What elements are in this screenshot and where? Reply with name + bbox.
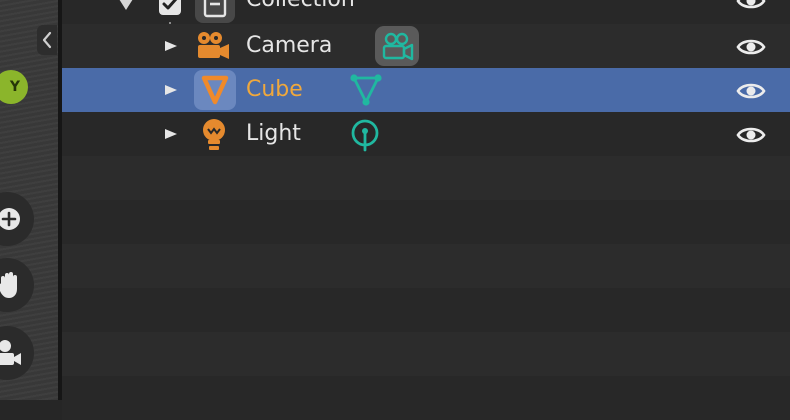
camera-object-icon bbox=[198, 32, 229, 59]
gizmo-y-label: Y bbox=[9, 79, 21, 95]
collapse-arrow-icon[interactable] bbox=[37, 25, 57, 55]
eye-icon[interactable] bbox=[736, 36, 766, 58]
pan-hand-icon bbox=[0, 272, 17, 298]
light-object-icon bbox=[203, 119, 225, 150]
eye-icon[interactable] bbox=[736, 0, 766, 12]
zoom-icon bbox=[0, 208, 20, 230]
empty-row bbox=[62, 288, 790, 332]
light-data-icon[interactable] bbox=[349, 118, 381, 152]
pan-button[interactable] bbox=[0, 258, 34, 312]
collection-checkbox[interactable] bbox=[158, 0, 182, 16]
eye-icon[interactable] bbox=[736, 124, 766, 146]
gizmo-y-axis[interactable]: Y bbox=[0, 70, 28, 104]
outliner-item-label: Collection bbox=[246, 0, 355, 22]
empty-row bbox=[62, 332, 790, 376]
expand-arrow-icon[interactable] bbox=[164, 40, 178, 52]
outliner-row-camera[interactable]: Camera bbox=[62, 24, 790, 68]
mesh-data-icon[interactable] bbox=[348, 73, 384, 107]
outliner-row-light[interactable]: Light bbox=[62, 112, 790, 156]
zoom-button[interactable] bbox=[0, 192, 34, 246]
outliner-item-label: Light bbox=[246, 121, 301, 146]
empty-row bbox=[62, 244, 790, 288]
expand-arrow-icon[interactable] bbox=[164, 128, 178, 140]
outliner-item-label: Cube bbox=[246, 77, 303, 102]
eye-icon[interactable] bbox=[736, 80, 766, 102]
camera-view-icon bbox=[0, 340, 21, 365]
outliner-row-cube[interactable]: Cube bbox=[62, 68, 790, 112]
expand-arrow-icon[interactable] bbox=[164, 84, 178, 96]
camera-view-button[interactable] bbox=[0, 326, 34, 380]
outliner-panel: Collection Camera bbox=[62, 0, 790, 420]
expand-arrow-icon[interactable] bbox=[118, 0, 134, 12]
outliner-row-collection[interactable]: Collection bbox=[62, 0, 790, 23]
collection-icon bbox=[195, 0, 235, 23]
empty-row bbox=[62, 200, 790, 244]
mesh-object-icon bbox=[194, 70, 236, 110]
empty-row bbox=[62, 376, 790, 420]
empty-row bbox=[62, 156, 790, 200]
camera-data-icon[interactable] bbox=[374, 25, 420, 67]
outliner-item-label: Camera bbox=[246, 33, 333, 58]
viewport-edge: Y bbox=[0, 0, 58, 400]
